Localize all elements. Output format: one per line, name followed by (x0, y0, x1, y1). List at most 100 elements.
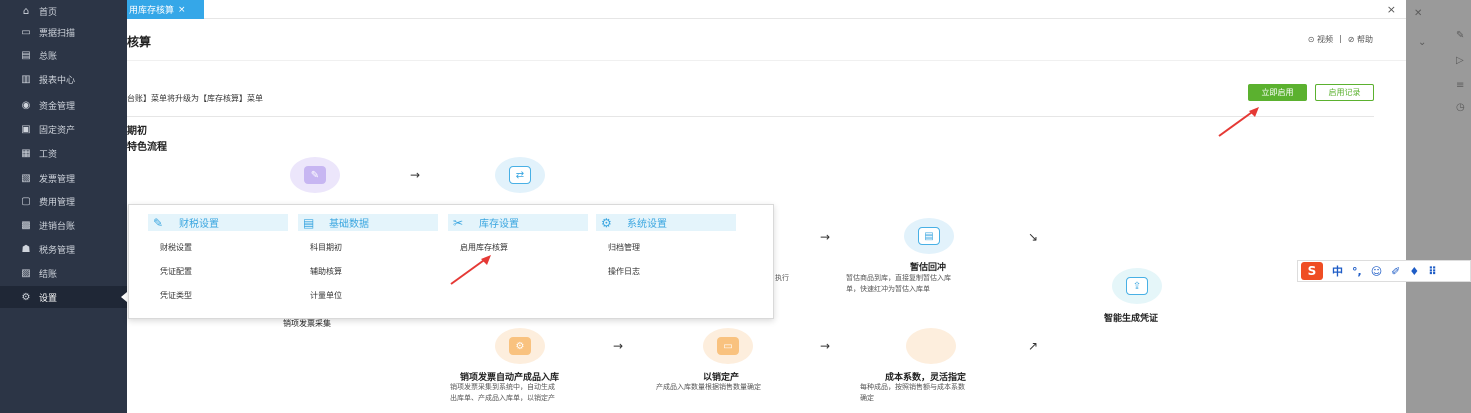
menu-item[interactable]: 操作日志 (608, 266, 640, 277)
menu-item[interactable]: 辅助核算 (310, 266, 342, 277)
menu-item[interactable]: 归档管理 (608, 242, 640, 253)
menu-group-title: 财税设置 (179, 219, 219, 230)
expense-icon: ▢ (21, 195, 31, 207)
flow-arrow: → (820, 230, 831, 244)
flow-step-icon: ⚙ (495, 328, 545, 364)
close-icon[interactable]: ✕ (1414, 8, 1422, 19)
flow-step-icon: ▭ (703, 328, 753, 364)
sidebar-item-home[interactable]: ⌂ 首页 (0, 0, 127, 22)
sidebar-item-report[interactable]: ▥ 报表中心 (0, 68, 127, 90)
ime-tool-icon[interactable]: 中 (1332, 263, 1343, 279)
sidebar-item-scan[interactable]: ▭ 票据扫描 (0, 21, 127, 43)
tab-bar: 用库存核算 × × (127, 0, 1406, 19)
sidebar-item-ledger[interactable]: ▤ 总账 (0, 44, 127, 66)
flow-step-desc: 执行 (775, 274, 789, 282)
sidebar-item-tax[interactable]: ☗ 税务管理 (0, 238, 127, 260)
menu-group-system-settings: ⚙ 系统设置 (596, 214, 736, 231)
sidebar-item-label: 进销台账 (39, 221, 76, 232)
sidebar-item-salary[interactable]: ▦ 工资 (0, 142, 127, 164)
menu-group-basic-data: ▤ 基础数据 (298, 214, 438, 231)
menu-item[interactable]: 计量单位 (310, 290, 342, 301)
flow-step-desc: 销项发票采集到系统中，自动生成 (450, 383, 555, 391)
sidebar-item-label: 固定资产 (39, 125, 76, 136)
flow-step-desc: 每种成品，按照销售额与成本系数 (860, 383, 965, 391)
menu-item[interactable]: 科目期初 (310, 242, 342, 253)
close-icon[interactable]: × (1387, 3, 1396, 16)
sidebar-item-label: 工资 (39, 149, 58, 160)
home-icon: ⌂ (22, 5, 30, 17)
enable-now-button[interactable]: 立即启用 (1248, 84, 1307, 101)
menu-group-title: 基础数据 (329, 219, 369, 230)
chevron-down-icon[interactable]: ⌄ (1418, 37, 1426, 48)
system-settings-icon: ⚙ (601, 215, 612, 230)
divider (127, 116, 1374, 117)
sidebar: ⌂ 首页 ▭ 票据扫描 ▤ 总账 ▥ 报表中心 ◉ 资金管理 ▣ 固定资产 ▦ 工资 ▧ 发票管理 ▢ 费用管理 ▩… (0, 0, 127, 413)
ime-toolbar: S 中 °, ☺ ✐ ♦ ⠿ (1297, 260, 1471, 282)
flow-step-icon: ⇄ (495, 157, 545, 193)
help-link[interactable]: ⊘ 帮助 (1348, 34, 1373, 45)
closing-icon: ▨ (21, 267, 31, 279)
enable-record-button[interactable]: 启用记录 (1315, 84, 1374, 101)
annotation-arrow (450, 255, 491, 285)
ime-tool-icon[interactable]: ⠿ (1428, 265, 1437, 278)
tab-close-icon[interactable]: × (178, 5, 186, 15)
flow-arrow: ↗ (1028, 339, 1039, 353)
flow-step-desc: 产成品入库数量根据销售数量确定 (656, 383, 761, 391)
sidebar-item-funds[interactable]: ◉ 资金管理 (0, 94, 127, 116)
document-icon: ✎ (304, 166, 326, 184)
tax-icon: ☗ (21, 243, 31, 255)
section-feature-flow: 特色流程 (127, 142, 167, 153)
tab-inventory-accounting[interactable]: 用库存核算 × (127, 0, 204, 19)
sidebar-item-invoice[interactable]: ▧ 发票管理 (0, 167, 127, 189)
receipt-icon: ▤ (918, 227, 940, 245)
transfer-icon: ⇄ (509, 166, 531, 184)
salary-icon: ▦ (21, 147, 31, 159)
menu-item[interactable]: 财税设置 (160, 242, 192, 253)
inventory-settings-icon: ✂ (453, 215, 464, 230)
sidebar-item-closing[interactable]: ▨ 结账 (0, 262, 127, 284)
flow-arrow: → (613, 339, 624, 353)
sidebar-item-label: 发票管理 (39, 174, 76, 185)
flow-step-title: 智能生成凭证 (1104, 314, 1159, 324)
menu-item[interactable]: 凭证配置 (160, 266, 192, 277)
ime-logo-icon[interactable]: S (1301, 262, 1323, 280)
asset-icon: ▣ (21, 123, 31, 135)
scan-icon: ▭ (21, 26, 31, 38)
invoice-icon: ▧ (21, 172, 31, 184)
ime-tool-icon[interactable]: °, (1352, 265, 1362, 278)
clock-icon[interactable]: ◷ (1456, 102, 1465, 113)
ime-tool-icon[interactable]: ✐ (1391, 265, 1400, 278)
settings-icon: ⚙ (21, 291, 31, 303)
menu-group-inventory-settings: ✂ 库存设置 (448, 214, 588, 231)
flow-step-title: 销项发票采集 (283, 319, 331, 328)
page-title: 核算 (127, 35, 152, 49)
ime-tool-icon[interactable]: ♦ (1409, 265, 1419, 278)
inventory-icon: ▩ (21, 219, 31, 231)
menu-icon[interactable]: ≡ (1456, 80, 1464, 91)
menu-group-title: 系统设置 (627, 219, 667, 230)
flow-arrow: ↘ (1028, 230, 1039, 244)
sidebar-item-label: 结账 (39, 269, 58, 280)
sidebar-item-label: 总账 (39, 51, 58, 62)
sidebar-item-expense[interactable]: ▢ 费用管理 (0, 190, 127, 212)
sidebar-item-asset[interactable]: ▣ 固定资产 (0, 118, 127, 140)
video-link[interactable]: ⊙ 视频 (1308, 34, 1333, 45)
sidebar-item-label: 设置 (39, 293, 58, 304)
sidebar-item-inventory[interactable]: ▩ 进销台账 (0, 214, 127, 236)
sidebar-item-settings[interactable]: ⚙ 设置 (0, 286, 127, 308)
ime-tool-icon[interactable]: ☺ (1371, 265, 1382, 278)
flow-step-icon (906, 328, 956, 364)
flow-step-title: 暂估回冲 (910, 263, 947, 273)
editor-side-panel: ✕ ✎ ⌄ ▷ ≡ ◷ (1406, 0, 1471, 413)
factory-icon: ⚙ (509, 337, 531, 355)
flow-step-icon: ✎ (290, 157, 340, 193)
sale-icon: ▭ (717, 337, 739, 355)
cursor-icon[interactable]: ▷ (1456, 55, 1464, 66)
annotation-arrow (1218, 107, 1259, 137)
sidebar-item-label: 税务管理 (39, 245, 76, 256)
funds-icon: ◉ (21, 99, 31, 111)
edit-icon[interactable]: ✎ (1456, 30, 1464, 41)
menu-item[interactable]: 凭证类型 (160, 290, 192, 301)
sidebar-item-label: 费用管理 (39, 197, 76, 208)
flow-arrow: → (820, 339, 831, 353)
